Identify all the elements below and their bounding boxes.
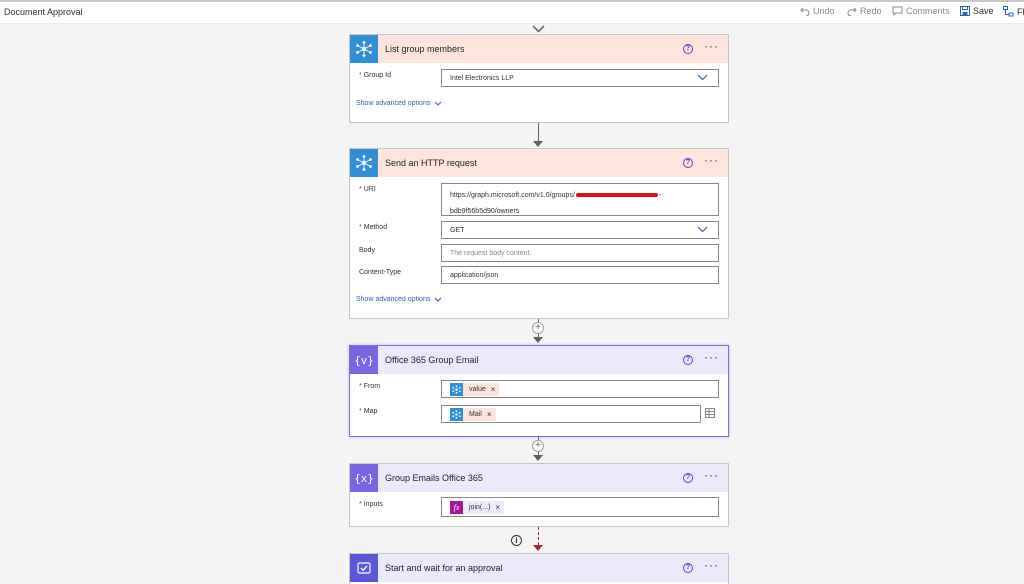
remove-token-icon[interactable]: ×	[491, 385, 496, 394]
variable-icon: {x}	[350, 464, 378, 492]
arrow-down-icon	[533, 141, 543, 147]
chevron-down-icon	[697, 74, 708, 81]
send-http-request-card[interactable]: Send an HTTP request ? ··· * URI https://…	[349, 148, 729, 319]
variable-icon: {v}	[350, 346, 378, 374]
chevron-down-icon	[697, 226, 708, 233]
token-label: join(...)	[469, 503, 491, 511]
help-icon[interactable]: ?	[683, 355, 693, 365]
card-header[interactable]: {x} Group Emails Office 365 ? ···	[350, 464, 728, 492]
graph-icon	[350, 149, 378, 177]
connector-line	[538, 123, 539, 141]
group-id-dropdown[interactable]: Intel Electronics LLP	[441, 69, 719, 87]
expression-token[interactable]: fx join(...) ×	[450, 500, 505, 514]
graph-icon	[450, 407, 463, 421]
redo-icon	[847, 7, 857, 16]
more-options-icon[interactable]: ···	[704, 153, 719, 167]
redo-label: Redo	[860, 6, 882, 16]
method-value: GET	[450, 226, 465, 234]
dynamic-content-token[interactable]: value ×	[450, 382, 500, 396]
content-type-value: application/json	[450, 271, 499, 279]
dynamic-content-token[interactable]: Mail ×	[450, 407, 496, 421]
top-bar: Document Approval Undo Redo Comments Sav…	[0, 2, 1024, 24]
save-icon	[960, 6, 970, 16]
connector-line-dashed	[538, 527, 539, 545]
card-title: Start and wait for an approval	[385, 563, 503, 573]
show-advanced-options-link[interactable]: Show advanced options	[356, 296, 442, 303]
flow-checker-button[interactable]: Fl	[1003, 6, 1024, 17]
flow-checker-icon	[1003, 6, 1014, 17]
card-title: List group members	[385, 44, 465, 54]
insert-step-plus-icon[interactable]: +	[532, 440, 544, 452]
content-type-label: Content-Type	[359, 269, 402, 276]
card-title: Group Emails Office 365	[385, 473, 483, 483]
flow-checker-label: Fl	[1017, 6, 1024, 17]
graph-icon	[450, 382, 463, 396]
remove-token-icon[interactable]: ×	[487, 410, 492, 419]
help-icon[interactable]: ?	[683, 44, 693, 54]
start-and-wait-approval-card[interactable]: Start and wait for an approval ? ···	[349, 553, 729, 584]
switch-to-table-icon[interactable]	[705, 408, 715, 418]
office-365-group-email-card[interactable]: {v} Office 365 Group Email ? ··· * From v…	[349, 345, 729, 437]
remove-token-icon[interactable]: ×	[495, 503, 500, 512]
content-type-input[interactable]: application/json	[441, 266, 719, 284]
comments-button[interactable]: Comments	[892, 6, 950, 16]
map-label: * Map	[359, 408, 378, 415]
card-header[interactable]: {v} Office 365 Group Email ? ···	[350, 346, 728, 374]
card-header[interactable]: Start and wait for an approval ? ···	[350, 554, 728, 582]
card-title: Office 365 Group Email	[385, 355, 479, 365]
map-input[interactable]: Mail ×	[441, 405, 701, 423]
chevron-down-icon	[434, 101, 442, 106]
help-icon[interactable]: ?	[683, 158, 693, 168]
show-advanced-options-link[interactable]: Show advanced options	[356, 100, 442, 107]
undo-button[interactable]: Undo	[800, 6, 835, 16]
redo-button[interactable]: Redo	[847, 6, 882, 16]
body-input[interactable]: The request body content.	[441, 244, 719, 262]
card-header[interactable]: Send an HTTP request ? ···	[350, 149, 728, 177]
approval-icon	[350, 554, 378, 582]
help-icon[interactable]: ?	[683, 563, 693, 573]
arrow-down-icon	[533, 545, 543, 551]
more-options-icon[interactable]: ···	[704, 350, 719, 364]
from-input[interactable]: value ×	[441, 380, 719, 398]
card-header[interactable]: List group members ? ···	[350, 35, 728, 63]
arrow-down-icon	[533, 337, 543, 343]
uri-text: https://graph.microsoft.com/v1.0/groups/	[450, 192, 575, 199]
method-dropdown[interactable]: GET	[441, 221, 719, 239]
graph-icon	[350, 35, 378, 63]
from-label: * From	[359, 383, 381, 390]
group-id-value: Intel Electronics LLP	[450, 74, 514, 82]
body-label: Body	[359, 247, 375, 254]
save-button[interactable]: Save	[960, 6, 994, 16]
uri-label: * URI	[359, 186, 376, 193]
comment-icon	[892, 6, 903, 16]
flow-title: Document Approval	[4, 7, 83, 17]
undo-icon	[800, 7, 810, 16]
more-options-icon[interactable]: ···	[704, 558, 719, 572]
body-placeholder: The request body content.	[450, 249, 532, 257]
chevron-down-icon	[532, 25, 545, 33]
redaction-mark	[575, 193, 658, 198]
save-label: Save	[973, 6, 994, 16]
info-icon[interactable]: i	[511, 535, 522, 546]
list-group-members-card[interactable]: List group members ? ··· * Group Id Intel…	[349, 34, 729, 123]
chevron-down-icon	[434, 297, 442, 302]
inputs-input[interactable]: fx join(...) ×	[441, 497, 719, 517]
arrow-down-icon	[533, 455, 543, 461]
inputs-label: * Inputs	[359, 501, 383, 508]
comments-label: Comments	[906, 6, 950, 16]
uri-input[interactable]: https://graph.microsoft.com/v1.0/groups/…	[441, 183, 719, 216]
card-title: Send an HTTP request	[385, 158, 477, 168]
undo-label: Undo	[813, 6, 835, 16]
token-label: Mail	[469, 410, 482, 418]
insert-step-plus-icon[interactable]: +	[532, 322, 544, 334]
group-id-label: * Group Id	[359, 72, 391, 79]
fx-icon: fx	[450, 500, 463, 514]
help-icon[interactable]: ?	[683, 473, 693, 483]
group-emails-office-365-card[interactable]: {x} Group Emails Office 365 ? ··· * Input…	[349, 463, 729, 527]
token-label: value	[469, 385, 486, 393]
method-label: * Method	[359, 224, 388, 231]
uri-text-line2: bdb9f56b5d90/owners	[450, 208, 520, 215]
more-options-icon[interactable]: ···	[704, 39, 719, 53]
more-options-icon[interactable]: ···	[704, 468, 719, 482]
